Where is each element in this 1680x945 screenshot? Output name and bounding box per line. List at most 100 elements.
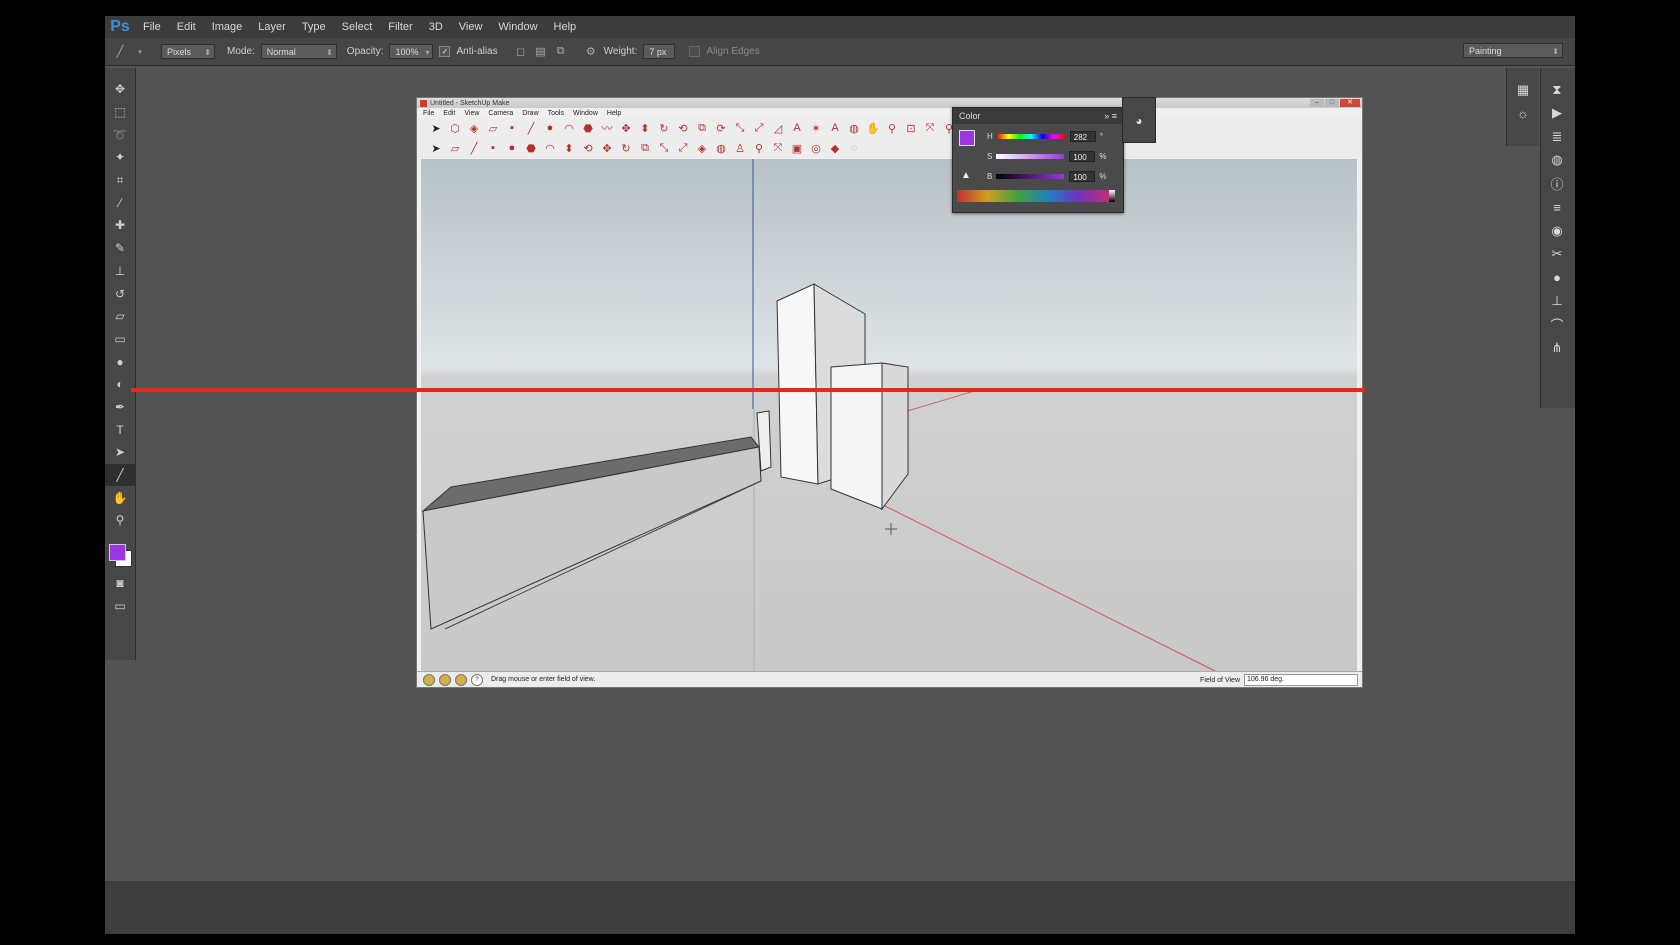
rotate-icon-2[interactable]: ↻ xyxy=(617,142,635,155)
line-tool-preset-icon[interactable]: ╱ xyxy=(113,45,127,59)
fov-input[interactable]: 106.96 deg. xyxy=(1244,674,1358,686)
axes-icon[interactable]: ✶ xyxy=(807,122,825,135)
polygon-icon-2[interactable]: ⬣ xyxy=(522,142,540,155)
zoom-icon[interactable]: ⚲ xyxy=(883,122,901,135)
zoom-extents-icon-2[interactable]: ⤧ xyxy=(769,142,787,155)
menu-view[interactable]: View xyxy=(451,21,491,33)
line-tool-icon[interactable]: ╱ xyxy=(105,463,135,487)
marquee-tool-icon[interactable]: ⬚ xyxy=(105,101,135,124)
path-operations-icon[interactable]: ◻ xyxy=(514,45,528,59)
tape-measure-icon-2[interactable]: ⤡ xyxy=(655,142,673,155)
su-menu-draw[interactable]: Draw xyxy=(522,110,538,117)
text-icon[interactable]: A xyxy=(788,122,806,134)
history-brush-icon[interactable]: ↺ xyxy=(105,282,135,305)
dodge-tool-icon[interactable]: ◐ xyxy=(105,373,135,396)
menu-layer[interactable]: Layer xyxy=(250,21,294,33)
hue-slider[interactable] xyxy=(996,133,1065,139)
push-pull-icon[interactable]: ⬍ xyxy=(636,122,654,135)
quick-mask-icon[interactable]: ◙ xyxy=(105,572,135,595)
eraser-icon-2[interactable]: ▱ xyxy=(446,142,464,155)
properties-icon[interactable]: ≡ xyxy=(1541,196,1573,220)
close-button[interactable]: ✕ xyxy=(1340,99,1360,107)
model-info-icon[interactable]: ◆ xyxy=(826,142,844,155)
saturation-input[interactable]: 100 xyxy=(1069,150,1096,162)
path-select-icon[interactable]: ➤ xyxy=(105,441,135,464)
paint-bucket-icon[interactable]: ◈ xyxy=(465,122,483,135)
scale-icon-2[interactable]: ⧉ xyxy=(636,142,654,155)
walk-icon[interactable]: ♙ xyxy=(731,142,749,155)
warehouse-icon[interactable]: ▣ xyxy=(788,142,806,155)
menu-select[interactable]: Select xyxy=(334,21,381,33)
gear-icon[interactable]: ⚙ xyxy=(584,45,598,59)
su-menu-view[interactable]: View xyxy=(464,110,479,117)
antialias-checkbox[interactable]: ✓ xyxy=(439,46,451,57)
scale-icon[interactable]: ⧉ xyxy=(693,122,711,135)
move-icon-2[interactable]: ✥ xyxy=(598,142,616,155)
su-menu-file[interactable]: File xyxy=(423,110,434,117)
menu-file[interactable]: File xyxy=(135,21,169,33)
lasso-tool-icon[interactable]: ➰ xyxy=(105,123,135,146)
component-icon[interactable]: ⬡ xyxy=(446,122,464,135)
minimize-button[interactable]: – xyxy=(1310,99,1324,107)
gamut-warning-icon[interactable]: ▲ xyxy=(961,170,971,181)
quick-select-tool-icon[interactable]: ✦ xyxy=(105,146,135,169)
su-menu-help[interactable]: Help xyxy=(607,110,621,117)
paint-bucket-icon-2[interactable]: ◈ xyxy=(693,142,711,155)
circle-icon-2[interactable]: ● xyxy=(503,142,521,154)
workspace-select[interactable]: Painting ⬍ xyxy=(1463,43,1563,58)
move-tool-icon[interactable]: ✥ xyxy=(105,78,135,101)
su-menu-camera[interactable]: Camera xyxy=(488,110,513,117)
screen-mode-icon[interactable]: ▭ xyxy=(105,594,135,617)
protractor-icon[interactable]: ◿ xyxy=(769,122,787,135)
tools-icon[interactable]: ✂ xyxy=(1541,243,1573,267)
zoom-icon-2[interactable]: ⚲ xyxy=(750,142,768,155)
clone-source-icon[interactable]: ⊥ xyxy=(1541,290,1573,314)
rectangle-icon-2[interactable]: ▪ xyxy=(484,142,502,154)
arc-icon[interactable]: ◠ xyxy=(560,122,578,135)
type-tool-icon[interactable]: T xyxy=(105,418,135,441)
eraser-tool-icon[interactable]: ▱ xyxy=(105,305,135,328)
foreground-color-swatch[interactable] xyxy=(109,543,126,561)
blend-mode-select[interactable]: Normal ⬍ xyxy=(260,44,337,59)
info-icon[interactable]: ⓘ xyxy=(1541,172,1573,196)
select-icon[interactable]: ➤ xyxy=(427,122,445,135)
follow-me-icon[interactable]: ⟲ xyxy=(674,122,692,135)
healing-brush-icon[interactable]: ✚ xyxy=(105,214,135,237)
color-wheel-icon[interactable]: ● xyxy=(1541,266,1573,290)
eraser-icon[interactable]: ▱ xyxy=(484,122,502,135)
hue-input[interactable]: 282 xyxy=(1069,130,1096,142)
saturation-slider[interactable] xyxy=(996,153,1065,159)
pen-tool-icon[interactable]: ✒ xyxy=(105,396,135,419)
dimension-icon-2[interactable]: ⤢ xyxy=(674,142,692,155)
weight-input[interactable]: 7 px xyxy=(643,44,676,59)
pan-icon[interactable]: ✋ xyxy=(864,122,882,135)
extension-icon[interactable]: ◎ xyxy=(807,142,825,155)
tool-mode-select[interactable]: Pixels ⬍ xyxy=(161,44,215,59)
push-pull-icon-2[interactable]: ⬍ xyxy=(560,142,578,155)
sketchup-viewport[interactable] xyxy=(421,159,1357,679)
brush-tool-icon[interactable]: ✎ xyxy=(105,237,135,260)
dimension-icon[interactable]: ⤢ xyxy=(750,122,768,135)
orbit-icon[interactable]: ◍ xyxy=(845,122,863,135)
tape-measure-icon[interactable]: ⤡ xyxy=(731,122,749,135)
menu-help[interactable]: Help xyxy=(546,21,585,33)
gradient-tool-icon[interactable]: ▭ xyxy=(105,328,135,351)
arc-icon-2[interactable]: ◠ xyxy=(541,142,559,155)
polygon-icon[interactable]: ⬣ xyxy=(579,122,597,135)
history-icon[interactable]: ⧗ xyxy=(1541,78,1573,102)
follow-me-icon-2[interactable]: ⟲ xyxy=(579,142,597,155)
panel-menu-icon[interactable]: » ≡ xyxy=(1104,111,1117,121)
clone-stamp-icon[interactable]: ⊥ xyxy=(105,260,135,283)
grid-icon[interactable]: ▦ xyxy=(1507,78,1539,102)
share-icon[interactable]: ◌ xyxy=(845,142,863,154)
help-icon[interactable]: ? xyxy=(471,673,483,686)
move-icon[interactable]: ✥ xyxy=(617,122,635,135)
layers-icon[interactable]: ≣ xyxy=(1541,125,1573,149)
line-icon-2[interactable]: ╱ xyxy=(465,142,483,155)
brightness-input[interactable]: 100 xyxy=(1069,170,1096,182)
paths-icon[interactable]: ⌒ xyxy=(1541,313,1573,337)
swatches-icon[interactable]: ◉ xyxy=(1541,219,1573,243)
opacity-input[interactable]: 100% ▾ xyxy=(389,44,434,59)
su-menu-tools[interactable]: Tools xyxy=(548,110,564,117)
freehand-icon[interactable]: 〰 xyxy=(598,120,616,136)
